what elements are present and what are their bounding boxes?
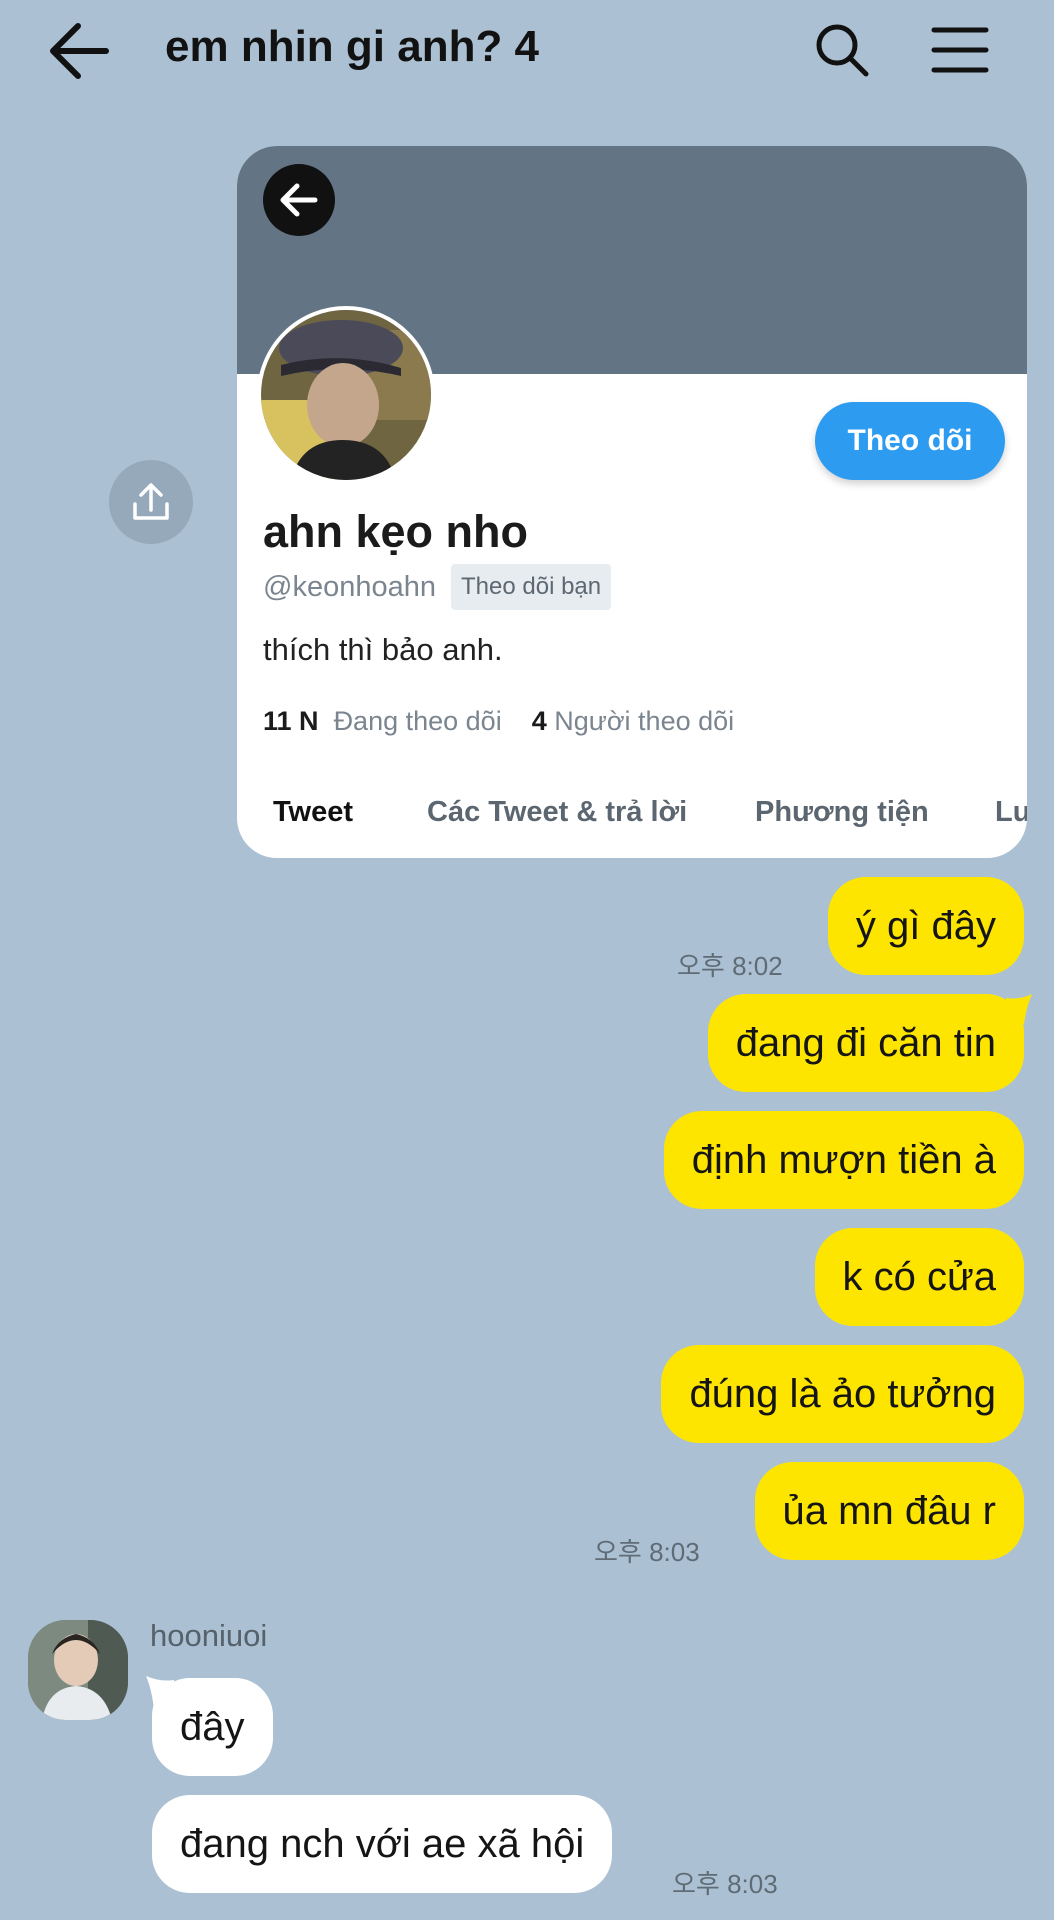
my-message-bubble[interactable]: đang đi căn tin [707,994,1024,1092]
search-button[interactable] [812,20,872,85]
shared-profile-card[interactable]: Theo dõi ahn kẹo nho @keonhoahn Theo dõi… [237,146,1027,858]
back-button[interactable] [44,18,116,84]
followers-stat[interactable]: 4 Người theo dõi [532,706,734,736]
profile-stats: 11 N Đang theo dõi 4 Người theo dõi [263,706,734,737]
profile-photo [261,310,431,480]
profile-back-button[interactable] [263,164,335,236]
follows-you-badge: Theo dõi bạn [451,564,612,610]
tab-likes[interactable]: Lu [995,796,1027,829]
my-message-bubble[interactable]: đúng là ảo tưởng [661,1345,1024,1443]
profile-handle: @keonhoahn [263,571,436,603]
friend-message-bubble[interactable]: đang nch với ae xã hội [152,1795,613,1893]
followers-count: 4 [531,706,547,736]
profile-bio: thích thì bảo anh. [263,632,503,667]
following-count: 11 N [263,706,319,736]
profile-tabs: Tweet Các Tweet & trả lời Phương tiện Lu [237,796,1027,858]
arrow-left-icon [280,183,318,217]
bubble-tail [1006,994,1032,1024]
friend-name: hooniuoi [150,1618,268,1653]
followers-label: Người theo dõi [554,706,735,736]
chat-title: em nhin gi anh? 4 [165,22,540,71]
friend-avatar[interactable] [28,1620,128,1720]
following-label: Đang theo dõi [333,706,502,736]
tab-media[interactable]: Phương tiện [755,796,929,829]
hamburger-menu-icon [931,27,989,73]
tab-tweets-replies[interactable]: Các Tweet & trả lời [427,796,687,829]
my-message-bubble[interactable]: ủa mn đâu r [754,1462,1024,1560]
menu-button[interactable] [930,24,990,81]
arrow-left-icon [50,23,109,79]
message-time: 오후 8:03 [672,1869,778,1899]
my-message-bubble[interactable]: định mượn tiền à [663,1111,1024,1209]
search-icon [816,24,869,77]
share-upload-icon [133,483,169,520]
my-message-bubble[interactable]: ý gì đây [827,877,1024,975]
message-time: 오후 8:03 [594,1537,700,1567]
friend-photo [28,1620,128,1720]
share-button[interactable] [109,460,193,544]
message-time: 오후 8:02 [677,951,783,981]
tab-tweet[interactable]: Tweet [273,796,353,829]
friend-message-bubble[interactable]: đây [152,1678,273,1776]
follow-button[interactable]: Theo dõi [815,402,1005,480]
profile-avatar[interactable] [257,306,435,484]
profile-display-name: ahn kẹo nho [263,506,529,557]
my-message-bubble[interactable]: k có cửa [814,1228,1024,1326]
following-stat[interactable]: 11 N Đang theo dõi [263,706,502,736]
